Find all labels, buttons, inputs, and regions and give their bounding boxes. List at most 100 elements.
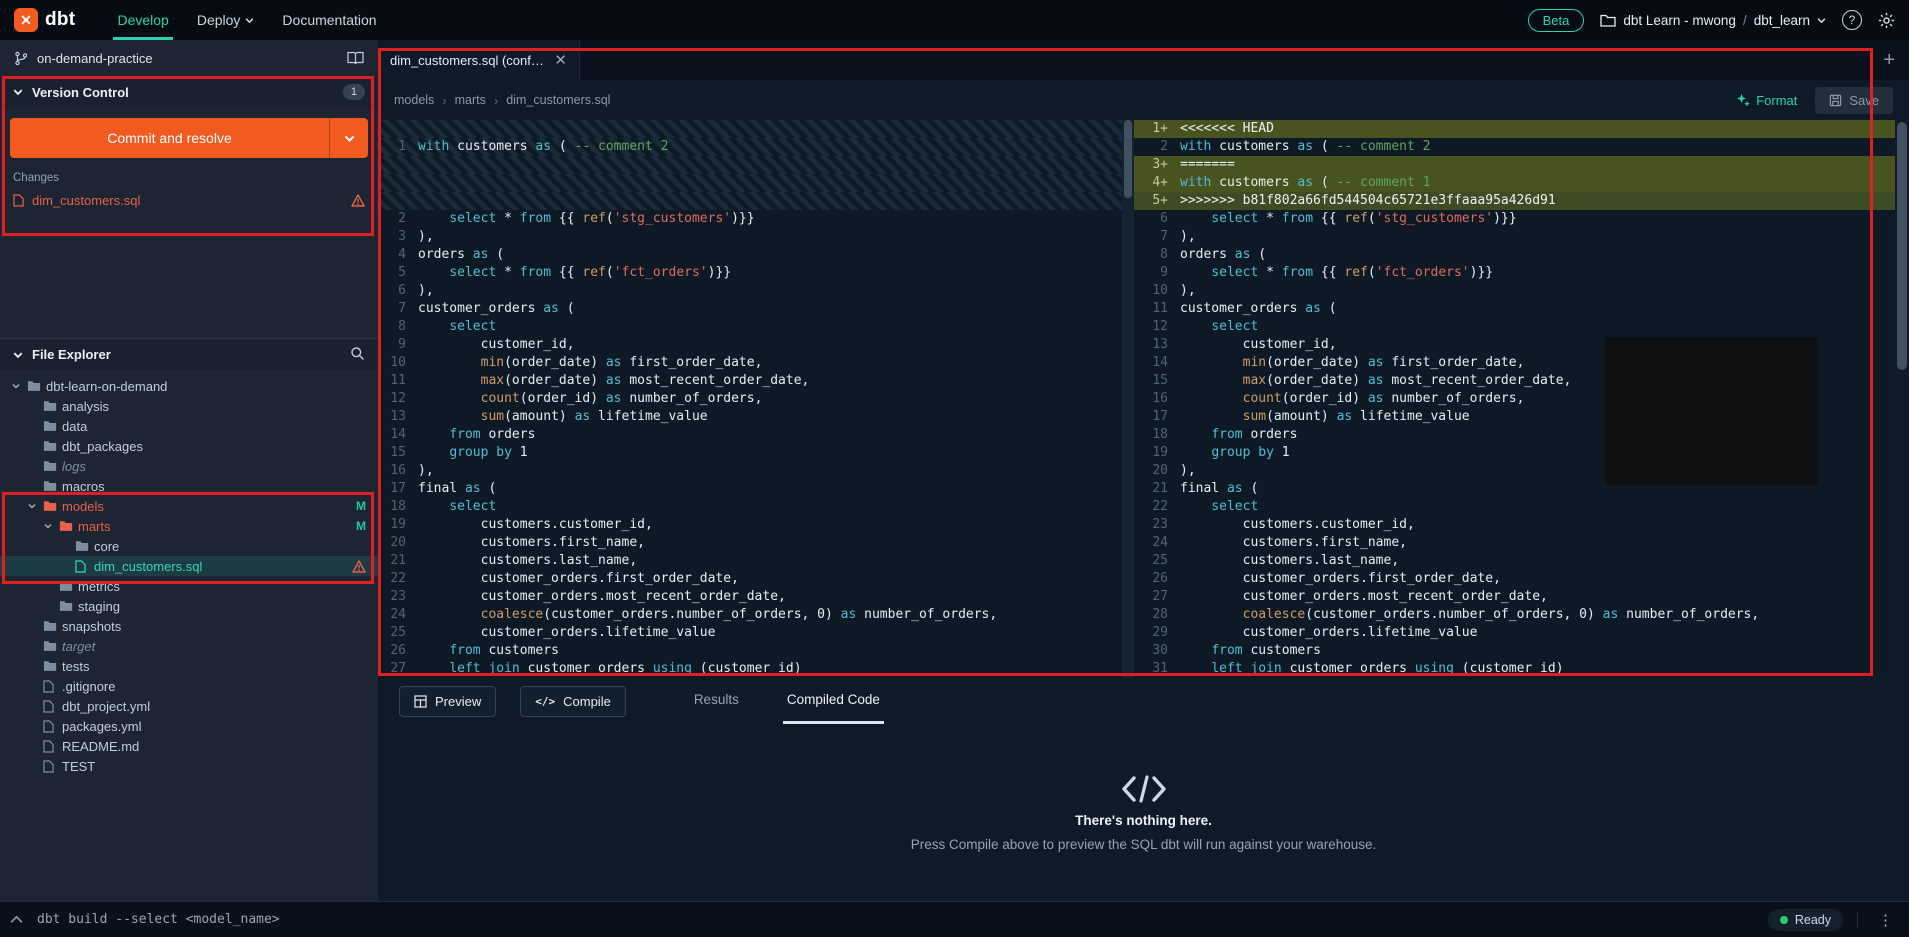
code-line <box>378 174 1122 192</box>
code-text: coalesce(customer_orders.number_of_order… <box>1242 607 1760 622</box>
docs-book-icon[interactable] <box>347 51 364 65</box>
preview-label: Preview <box>435 693 482 709</box>
tree-item-dbt-learn-on-demand[interactable]: dbt-learn-on-demand <box>0 376 378 396</box>
command-input[interactable]: dbt build --select <model_name> <box>37 912 1754 927</box>
tree-item-test[interactable]: TEST <box>0 756 378 776</box>
chevron-down-icon[interactable] <box>44 522 59 530</box>
tree-item-label: README.md <box>62 738 140 754</box>
nav-deploy[interactable]: Deploy <box>183 0 269 40</box>
tree-item-readme-md[interactable]: README.md <box>0 736 378 756</box>
nav-deploy-label: Deploy <box>196 12 241 28</box>
file-icon <box>43 699 62 713</box>
dbt-logo[interactable]: ✕ dbt <box>14 8 75 32</box>
code-line <box>378 192 1122 210</box>
line-number: 10 <box>390 355 406 370</box>
chevron-down-icon[interactable] <box>28 502 43 510</box>
code-line: 1 with customers as ( -- comment 2 <box>378 138 1122 156</box>
preview-button[interactable]: Preview <box>399 685 497 717</box>
tab-results[interactable]: Results <box>690 678 743 724</box>
tree-item-snapshots[interactable]: snapshots <box>0 616 378 636</box>
tree-item-tests[interactable]: tests <box>0 656 378 676</box>
line-number: 26 <box>390 643 406 658</box>
tree-item-logs[interactable]: logs <box>0 456 378 476</box>
code-text: with customers as ( -- comment 1 <box>1180 175 1431 190</box>
line-number: 24 <box>390 607 406 622</box>
code-line: 27 left join customer_orders using (cust… <box>378 660 1122 678</box>
search-icon[interactable] <box>350 346 365 364</box>
line-number: 2 <box>1160 139 1168 154</box>
nav-documentation[interactable]: Documentation <box>268 0 390 40</box>
line-number: 14 <box>1152 355 1168 370</box>
nav-develop-label: Develop <box>117 12 169 28</box>
chevron-up-icon[interactable] <box>10 915 23 924</box>
commit-and-resolve-button[interactable]: Commit and resolve <box>10 118 368 158</box>
nav-develop[interactable]: Develop <box>103 0 182 40</box>
format-label: Format <box>1756 92 1798 108</box>
file-icon <box>43 759 62 773</box>
new-tab-icon[interactable]: + <box>1883 49 1895 72</box>
line-number: 2 <box>398 211 406 226</box>
tree-item-metrics[interactable]: metrics <box>0 576 378 596</box>
tree-item-label: dbt_packages <box>62 438 143 454</box>
beta-badge[interactable]: Beta <box>1527 8 1585 32</box>
line-number: 13 <box>390 409 406 424</box>
scrollbar-thumb[interactable] <box>1124 120 1132 198</box>
format-button[interactable]: Format <box>1736 93 1797 108</box>
tree-item-label: core <box>94 538 120 554</box>
compile-button[interactable]: </> Compile <box>520 685 626 717</box>
nav-documentation-label: Documentation <box>282 12 377 28</box>
tree-item-staging[interactable]: staging <box>0 596 378 616</box>
code-text: customer_orders as ( <box>1180 301 1337 316</box>
code-line: 13 sum(amount) as lifetime_value <box>378 408 1122 426</box>
settings-gear-icon[interactable] <box>1878 12 1895 29</box>
tree-item-analysis[interactable]: analysis <box>0 396 378 416</box>
branch-selector[interactable]: on-demand-practice <box>0 40 378 76</box>
code-line: 3+ ======= <box>1134 156 1909 174</box>
file-icon <box>75 559 94 573</box>
tree-item-dbt-project-yml[interactable]: dbt_project.yml <box>0 696 378 716</box>
commit-options-chevron[interactable] <box>330 118 368 158</box>
chevron-down-icon[interactable] <box>12 382 27 390</box>
tree-item-core[interactable]: core <box>0 536 378 556</box>
save-button[interactable]: Save <box>1815 86 1893 114</box>
tree-item-models[interactable]: models M <box>0 496 378 516</box>
editor-pane-incoming[interactable]: 1+ <<<<<<< HEAD 2 with customers as ( -- co… <box>1134 120 1909 678</box>
version-control-header[interactable]: Version Control 1 <box>0 76 378 108</box>
tree-item-dbt-packages[interactable]: dbt_packages <box>0 436 378 456</box>
tree-item-packages-yml[interactable]: packages.yml <box>0 716 378 736</box>
editor-left-scrollbar[interactable] <box>1122 120 1134 678</box>
code-text: select <box>1211 499 1259 514</box>
changes-count-badge: 1 <box>342 84 365 100</box>
tree-item-data[interactable]: data <box>0 416 378 436</box>
scrollbar-thumb[interactable] <box>1897 122 1907 370</box>
editor-pane-current[interactable]: 1 with customers as ( -- comment 2 2 selec… <box>378 120 1122 678</box>
code-text: customers.first_name, <box>1180 535 1407 550</box>
changed-file-row[interactable]: dim_customers.sql <box>0 188 378 212</box>
file-explorer-header[interactable]: File Explorer <box>0 338 378 370</box>
tree-item-marts[interactable]: marts M <box>0 516 378 536</box>
line-number: 14 <box>390 427 406 442</box>
folder-icon <box>43 620 62 632</box>
tree-item--gitignore[interactable]: .gitignore <box>0 676 378 696</box>
tab-dim-customers[interactable]: dim_customers.sql (confli... ✕ <box>378 40 580 80</box>
tree-item-target[interactable]: target <box>0 636 378 656</box>
kebab-menu-icon[interactable]: ⋮ <box>1872 911 1899 929</box>
tab-compiled-code[interactable]: Compiled Code <box>782 678 884 724</box>
help-icon[interactable]: ? <box>1842 10 1862 30</box>
code-line: 8 select <box>378 318 1122 336</box>
line-number: 6 <box>1160 211 1168 226</box>
tree-item-label: packages.yml <box>62 718 142 734</box>
code-text: left join customer_orders using (custome… <box>449 661 802 676</box>
account-name: dbt Learn - mwong <box>1623 12 1736 28</box>
line-number: 28 <box>1152 607 1168 622</box>
line-number: 5 <box>398 265 406 280</box>
account-selector[interactable]: dbt Learn - mwong / dbt_learn <box>1600 13 1826 28</box>
bottom-toolbar: Preview </> Compile Results Compiled Cod… <box>378 678 1909 724</box>
breadcrumb-bar: models › marts › dim_customers.sql Forma… <box>378 80 1909 120</box>
code-line: 12 select <box>1134 318 1909 336</box>
editor-right-scrollbar[interactable] <box>1895 120 1909 678</box>
tab-close-icon[interactable]: ✕ <box>554 51 567 69</box>
tree-item-macros[interactable]: macros <box>0 476 378 496</box>
tree-item-dim-customers-sql[interactable]: dim_customers.sql <box>0 556 378 576</box>
breadcrumb-separator: › <box>493 92 499 108</box>
